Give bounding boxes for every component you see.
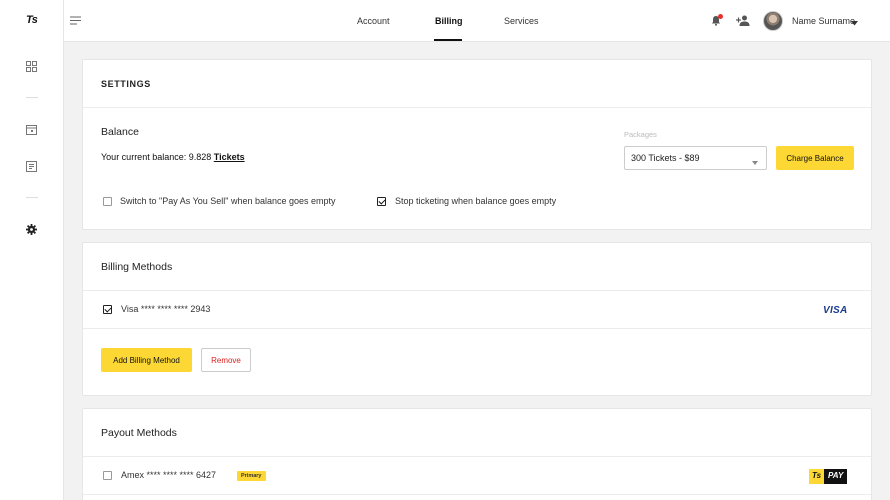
- notification-dot: [718, 14, 723, 19]
- billing-methods-heading: Billing Methods: [101, 261, 173, 273]
- charge-balance-button[interactable]: Charge Balance: [776, 146, 854, 170]
- sidebar: Ts: [0, 0, 64, 500]
- tab-services[interactable]: Services: [504, 16, 539, 26]
- stop-ticketing-checkbox[interactable]: [377, 197, 386, 206]
- app-logo[interactable]: Ts: [26, 14, 38, 26]
- ts-pay-logo: Ts PAY: [809, 469, 848, 484]
- ts-pay-logo-ts: Ts: [809, 469, 825, 484]
- user-name[interactable]: Name Surname: [792, 16, 855, 26]
- calendar-icon[interactable]: [26, 124, 38, 136]
- document-icon[interactable]: [26, 161, 38, 173]
- primary-badge: Primary: [237, 471, 266, 481]
- gear-icon[interactable]: [26, 224, 38, 236]
- ts-pay-logo-pay: PAY: [824, 469, 848, 484]
- payout-methods-card: Payout Methods Amex **** **** **** 6427 …: [82, 408, 872, 500]
- packages-selected-value: 300 Tickets - $89: [631, 153, 700, 163]
- page-title: SETTINGS: [101, 79, 151, 89]
- card-divider: [83, 328, 871, 329]
- sidebar-divider: [26, 97, 38, 98]
- card-divider: [83, 290, 871, 291]
- remove-button[interactable]: Remove: [201, 348, 251, 372]
- visa-method-label: Visa **** **** **** 2943: [121, 304, 211, 314]
- amex-method-label: Amex **** **** **** 6427: [121, 470, 217, 480]
- packages-select[interactable]: 300 Tickets - $89: [624, 146, 767, 170]
- packages-label: Packages: [624, 130, 657, 139]
- tab-account[interactable]: Account: [357, 16, 390, 26]
- pay-as-you-sell-label: Switch to "Pay As You Sell" when balance…: [120, 196, 336, 206]
- card-divider: [83, 107, 871, 108]
- top-header: Account Billing Services Name Surname: [64, 0, 890, 42]
- billing-methods-card: Billing Methods Visa **** **** **** 2943…: [82, 242, 872, 396]
- stop-ticketing-label: Stop ticketing when balance goes empty: [395, 196, 557, 206]
- visa-logo: VISA: [823, 305, 848, 316]
- card-divider: [83, 456, 871, 457]
- menu-icon[interactable]: [70, 16, 81, 28]
- settings-card: SETTINGS Balance Your current balance: 9…: [82, 59, 872, 230]
- tickets-link[interactable]: Tickets: [214, 152, 245, 162]
- tab-billing[interactable]: Billing: [435, 16, 463, 26]
- balance-text: Your current balance: 9.828 Tickets: [101, 152, 245, 162]
- avatar[interactable]: [763, 11, 783, 31]
- payout-methods-heading: Payout Methods: [101, 427, 177, 439]
- card-divider: [83, 494, 871, 495]
- dashboard-icon[interactable]: [26, 61, 38, 73]
- amex-method-checkbox[interactable]: [103, 471, 112, 480]
- pay-as-you-sell-checkbox[interactable]: [103, 197, 112, 206]
- chevron-down-icon[interactable]: [851, 18, 858, 29]
- add-billing-method-button[interactable]: Add Billing Method: [101, 348, 192, 372]
- balance-value: Your current balance: 9.828: [101, 152, 214, 162]
- add-user-icon[interactable]: [736, 15, 750, 29]
- sidebar-divider: [26, 197, 38, 198]
- visa-method-checkbox[interactable]: [103, 305, 112, 314]
- chevron-down-icon: [752, 157, 758, 167]
- active-tab-indicator: [434, 39, 462, 41]
- balance-heading: Balance: [101, 126, 139, 138]
